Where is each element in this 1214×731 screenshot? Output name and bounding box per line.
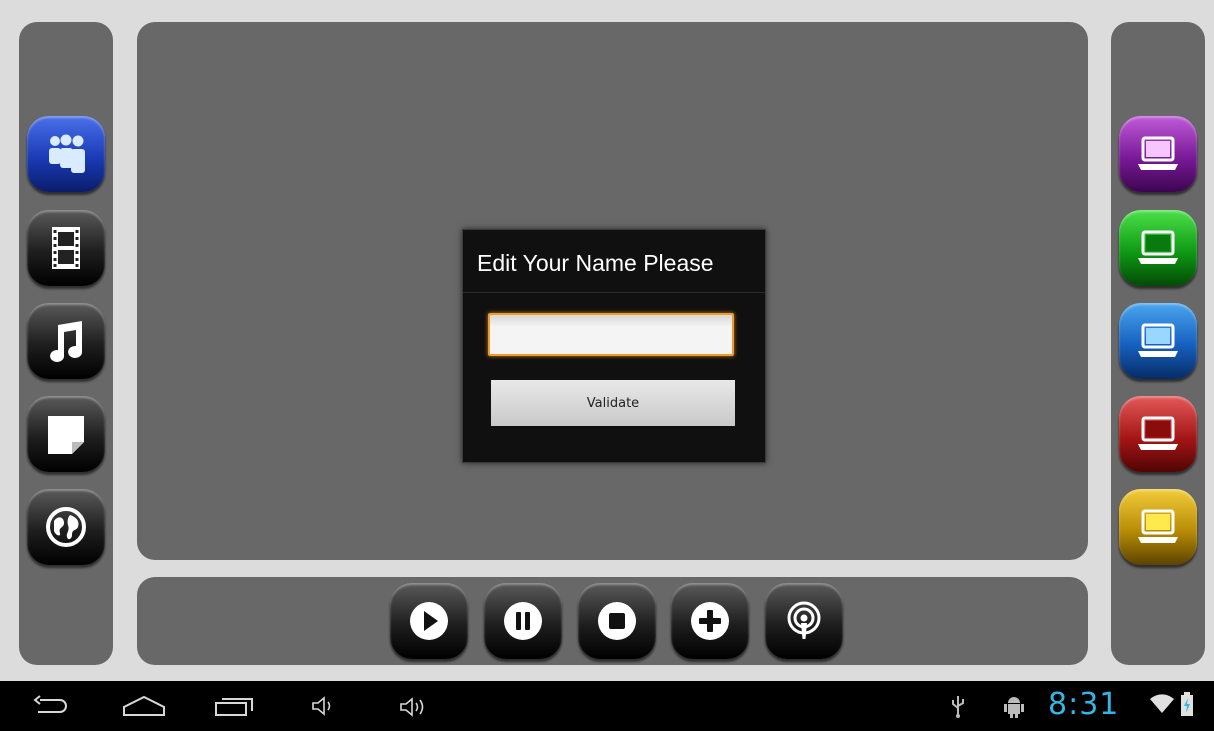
system-navigation-bar: 8:31	[0, 681, 1214, 731]
stop-button[interactable]	[578, 583, 656, 659]
add-button[interactable]	[671, 583, 749, 659]
clock: 8:31	[1048, 687, 1120, 722]
laptop-icon	[1138, 323, 1178, 357]
laptop-purple-button[interactable]	[1119, 116, 1197, 192]
people-button[interactable]	[27, 116, 105, 192]
laptop-red-button[interactable]	[1119, 396, 1197, 472]
laptop-icon	[1138, 230, 1178, 264]
laptop-green-button[interactable]	[1119, 210, 1197, 286]
video-button[interactable]	[27, 210, 105, 286]
media-controls-bar	[137, 577, 1088, 665]
android-debug-icon	[1004, 697, 1024, 718]
left-sidebar	[19, 22, 113, 665]
film-icon	[52, 227, 80, 269]
note-icon	[48, 416, 84, 454]
music-button[interactable]	[27, 303, 105, 379]
edit-name-dialog: Edit Your Name Please Validate	[462, 229, 766, 463]
laptop-yellow-button[interactable]	[1119, 489, 1197, 565]
podcast-button[interactable]	[765, 583, 843, 659]
wifi-icon	[1150, 694, 1174, 713]
globe-icon	[46, 507, 86, 547]
volume-up-icon[interactable]	[399, 696, 433, 718]
web-button[interactable]	[27, 489, 105, 565]
right-sidebar	[1111, 22, 1205, 665]
battery-icon	[1181, 692, 1193, 716]
laptop-blue-button[interactable]	[1119, 303, 1197, 379]
validate-button[interactable]: Validate	[491, 380, 735, 426]
volume-down-icon[interactable]	[311, 696, 337, 716]
laptop-icon	[1138, 416, 1178, 450]
home-icon[interactable]	[122, 695, 166, 717]
laptop-icon	[1138, 136, 1178, 170]
plus-icon	[691, 602, 729, 640]
dialog-title: Edit Your Name Please	[477, 250, 714, 276]
name-input[interactable]	[488, 313, 734, 356]
pause-icon	[504, 602, 542, 640]
laptop-icon	[1138, 509, 1178, 543]
play-button[interactable]	[390, 583, 468, 659]
music-note-icon	[50, 321, 83, 362]
notes-button[interactable]	[27, 396, 105, 472]
recent-apps-icon[interactable]	[214, 695, 254, 717]
podcast-icon	[787, 601, 821, 639]
people-icon	[49, 134, 85, 173]
usb-icon	[952, 696, 964, 718]
dialog-divider	[463, 292, 765, 293]
back-icon[interactable]	[32, 695, 70, 717]
stop-icon	[598, 602, 636, 640]
play-icon	[410, 602, 448, 640]
pause-button[interactable]	[484, 583, 562, 659]
